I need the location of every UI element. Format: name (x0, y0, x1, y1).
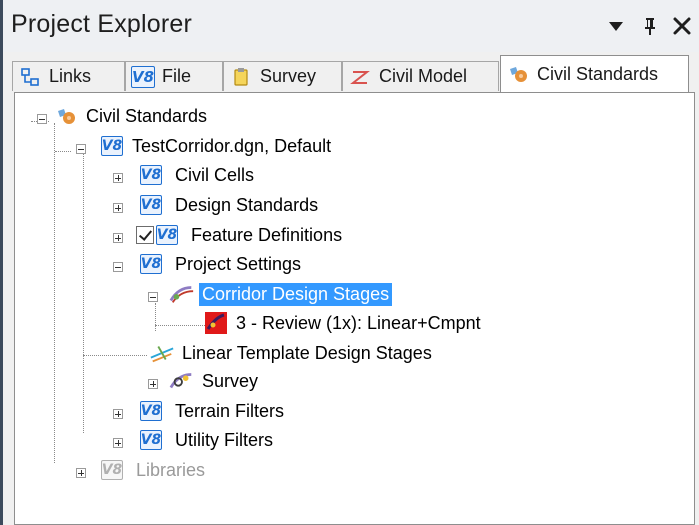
tab-survey-label: Survey (260, 66, 317, 86)
tree-node-label: Civil Standards (86, 105, 208, 126)
v8-file-icon: V8 (131, 65, 155, 88)
tab-links-label: Links (49, 66, 92, 86)
tree-node-civil-standards[interactable]: Civil Standards (53, 102, 210, 130)
tree-connector (54, 123, 55, 463)
linear-template-icon (149, 341, 175, 365)
project-explorer-panel: Project Explorer Links V8 File Survey Ci… (3, 0, 699, 525)
tree-node-label: Linear Template Design Stages (182, 342, 432, 363)
tab-civil-standards-label: Civil Standards (537, 63, 659, 84)
tree-node-project-settings[interactable]: V8 Project Settings (140, 250, 304, 278)
tree-node-label: Survey (202, 370, 259, 391)
dropdown-button[interactable] (601, 8, 631, 44)
tree-connector (155, 303, 156, 331)
links-icon (19, 66, 41, 88)
tree-connector (155, 325, 205, 326)
expand-toggle[interactable] (113, 233, 123, 243)
expand-toggle[interactable] (113, 438, 123, 448)
tree-connector (55, 151, 71, 152)
expand-toggle[interactable] (76, 468, 86, 478)
tree-node-terrain-filters[interactable]: V8 Terrain Filters (140, 397, 287, 425)
tree-node-utility-filters[interactable]: V8 Utility Filters (140, 426, 276, 454)
tree-node-label: Corridor Design Stages (199, 282, 393, 306)
chevron-down-icon (609, 22, 623, 31)
tree-node-testcorridor[interactable]: V8 TestCorridor.dgn, Default (101, 132, 334, 160)
tab-links[interactable]: Links (12, 61, 125, 91)
civil-model-icon (349, 66, 371, 88)
tree-node-design-standards[interactable]: V8 Design Standards (140, 191, 321, 219)
tree-node-label: 3 - Review (1x): Linear+Cmpnt (236, 312, 481, 333)
close-button[interactable] (667, 8, 697, 44)
tree-node-label: Design Standards (175, 194, 319, 215)
v8-icon: V8 (140, 430, 162, 450)
v8-icon: V8 (156, 225, 178, 245)
review-stage-icon (203, 311, 229, 335)
civil-standards-icon (507, 63, 529, 85)
tree-node-survey[interactable]: Survey (169, 367, 261, 395)
tree-connector (83, 153, 84, 433)
survey-icon (230, 66, 252, 88)
expand-toggle[interactable] (113, 409, 123, 419)
tab-strip: Links V8 File Survey Civil Model Civil S… (3, 52, 699, 92)
tab-civil-standards[interactable]: Civil Standards (500, 55, 689, 92)
tree-node-label: TestCorridor.dgn, Default (132, 135, 332, 156)
expand-toggle[interactable] (113, 203, 123, 213)
tree-node-feature-definitions[interactable]: V8 Feature Definitions (136, 221, 345, 249)
tree-connector (83, 355, 147, 356)
expand-toggle[interactable] (148, 379, 158, 389)
panel-title: Project Explorer (11, 10, 193, 38)
panel-titlebar: Project Explorer (3, 0, 699, 52)
tree-node-label: Libraries (136, 459, 206, 480)
v8-icon: V8 (140, 195, 162, 215)
tab-civil-model-label: Civil Model (379, 66, 468, 86)
tree-node-review-stage[interactable]: 3 - Review (1x): Linear+Cmpnt (203, 309, 484, 337)
tree-node-label: Feature Definitions (191, 224, 343, 245)
tab-civil-model[interactable]: Civil Model (342, 61, 499, 91)
tree-node-label: Project Settings (175, 253, 302, 274)
tree-node-libraries[interactable]: V8 Libraries (101, 456, 208, 484)
tree-node-corridor-design-stages[interactable]: Corridor Design Stages (169, 280, 393, 308)
tab-file-label: File (162, 66, 192, 86)
collapse-toggle[interactable] (113, 262, 123, 272)
pin-button[interactable] (635, 8, 665, 44)
close-icon (673, 17, 691, 35)
survey-icon (169, 369, 195, 393)
tree-node-civil-cells[interactable]: V8 Civil Cells (140, 161, 257, 189)
collapse-toggle[interactable] (76, 144, 86, 154)
tab-file[interactable]: V8 File (125, 61, 223, 91)
tree-node-linear-template-stages[interactable]: Linear Template Design Stages (149, 339, 435, 367)
tree-view: Civil Standards V8 TestCorridor.dgn, Def… (14, 92, 695, 525)
tree-node-label: Civil Cells (175, 164, 255, 185)
v8-icon: V8 (140, 254, 162, 274)
collapse-toggle[interactable] (148, 292, 158, 302)
tab-survey[interactable]: Survey (223, 61, 342, 91)
feature-definitions-checkbox[interactable] (136, 226, 154, 244)
v8-icon: V8 (101, 460, 123, 480)
pin-icon (645, 18, 655, 35)
corridor-stages-icon (169, 282, 195, 306)
v8-icon: V8 (140, 165, 162, 185)
v8-icon: V8 (140, 401, 162, 421)
v8-icon: V8 (101, 136, 123, 156)
collapse-toggle[interactable] (37, 114, 47, 124)
tree-node-label: Utility Filters (175, 429, 273, 450)
civil-standards-icon (53, 104, 79, 128)
expand-toggle[interactable] (113, 173, 123, 183)
tree-node-label: Terrain Filters (175, 400, 285, 421)
